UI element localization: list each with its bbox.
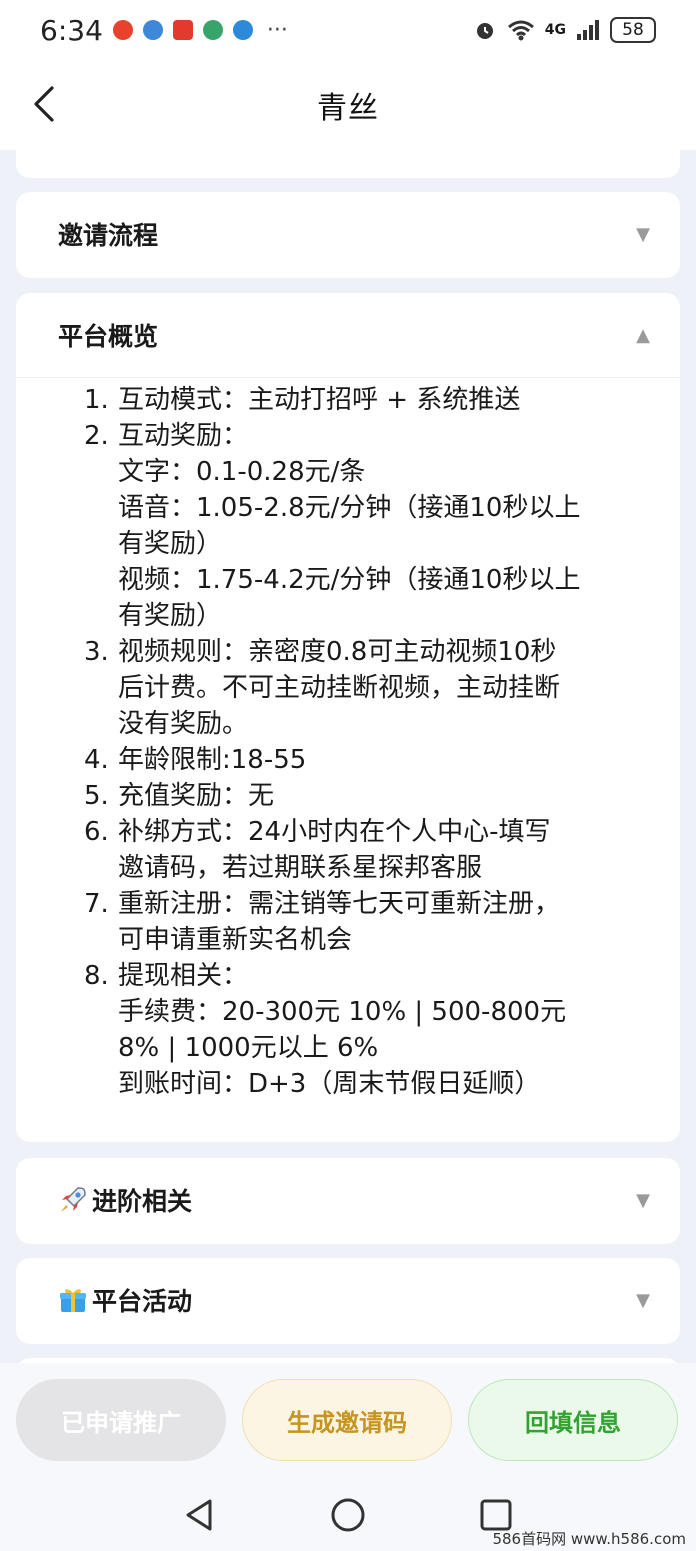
invite-flow-header[interactable]: 邀请流程 ▼ [16, 192, 680, 276]
status-bar: 6:34 ··· 4G 58 [0, 0, 696, 60]
wifi-icon [507, 20, 534, 41]
overview-item: 1. 互动模式：主动打招呼 + 系统推送 [84, 385, 521, 415]
chevron-down-icon: ▼ [636, 223, 650, 245]
globe-app-icon [232, 20, 253, 40]
network-type: 4G [544, 22, 566, 38]
advanced-title: 进阶相关 [58, 1182, 192, 1218]
overview-item: 2. 互动奖励： 文字：0.1-0.28元/条 语音：1.05-2.8元/分钟（… [84, 421, 581, 631]
fill-info-button[interactable]: 回填信息 [468, 1379, 678, 1461]
alarm-icon [476, 23, 493, 39]
overview-item: 7. 重新注册：需注销等七天可重新注册， 可申请重新实名机会 [84, 889, 561, 955]
overview-header[interactable]: 平台概览 ▲ [16, 293, 680, 377]
gift-icon [60, 1289, 86, 1312]
overview-item: 3. 视频规则：亲密度0.8可主动视频10秒 后计费。不可主动挂断视频，主动挂断… [84, 637, 561, 739]
chevron-left-icon [34, 86, 54, 122]
overview-item: 5. 充值奖励：无 [84, 781, 275, 811]
shield-app-icon [142, 20, 163, 40]
activity-header[interactable]: 平台活动 ▼ [16, 1258, 680, 1342]
advanced-card: 进阶相关 ▼ [16, 1158, 680, 1244]
watermark: 586首码网 www.h586.com [492, 1530, 686, 1548]
weibo-icon [112, 20, 133, 40]
invite-flow-card: 邀请流程 ▼ [16, 192, 680, 278]
back-button[interactable] [22, 82, 66, 126]
signal-icon [577, 20, 599, 40]
app-header: 青丝 [0, 60, 696, 150]
advanced-title-text: 进阶相关 [92, 1187, 193, 1216]
content-scroll[interactable]: 邀请流程 ▼ 平台概览 ▲ 1. 互动模式：主动打招呼 + 系统推送 2. 互动… [0, 150, 696, 1363]
overview-item: 4. 年龄限制:18-55 [84, 745, 307, 775]
previous-card [16, 150, 680, 178]
nav-home-icon[interactable] [328, 1495, 368, 1535]
overview-card: 平台概览 ▲ 1. 互动模式：主动打招呼 + 系统推送 2. 互动奖励： 文字：… [16, 293, 680, 1142]
overview-list: 1. 互动模式：主动打招呼 + 系统推送 2. 互动奖励： 文字：0.1-0.2… [16, 378, 680, 1102]
activity-title: 平台活动 [58, 1282, 192, 1318]
overview-item: 8. 提现相关： 手续费：20-300元 10% | 500-800元 8% |… [84, 961, 567, 1099]
overview-item: 6. 补绑方式：24小时内在个人中心-填写 邀请码，若过期联系星探邦客服 [84, 817, 551, 883]
battery-icon: 58 [610, 17, 656, 43]
message-app-icon [172, 20, 193, 40]
page-title: 青丝 [317, 91, 379, 126]
rocket-icon [61, 1187, 86, 1212]
chevron-down-icon: ▼ [636, 1189, 650, 1211]
status-time: 6:34 [40, 13, 103, 47]
more-notifications-icon: ··· [266, 17, 288, 43]
activity-title-text: 平台活动 [92, 1287, 193, 1316]
chevron-down-icon: ▼ [636, 1289, 650, 1311]
activity-card: 平台活动 ▼ [16, 1258, 680, 1344]
nav-back-icon[interactable] [180, 1495, 220, 1535]
invite-flow-title: 邀请流程 [58, 221, 159, 250]
notification-icons: ··· [112, 17, 288, 43]
advanced-header[interactable]: 进阶相关 ▼ [16, 1158, 680, 1242]
status-right: 4G 58 [473, 17, 656, 43]
chevron-up-icon: ▲ [636, 324, 650, 346]
wallet-app-icon [202, 20, 223, 40]
applied-promotion-button[interactable]: 已申请推广 [16, 1379, 226, 1461]
action-bar: 已申请推广 生成邀请码 回填信息 [0, 1363, 696, 1475]
generate-invite-code-button[interactable]: 生成邀请码 [242, 1379, 452, 1461]
overview-title: 平台概览 [58, 322, 159, 351]
